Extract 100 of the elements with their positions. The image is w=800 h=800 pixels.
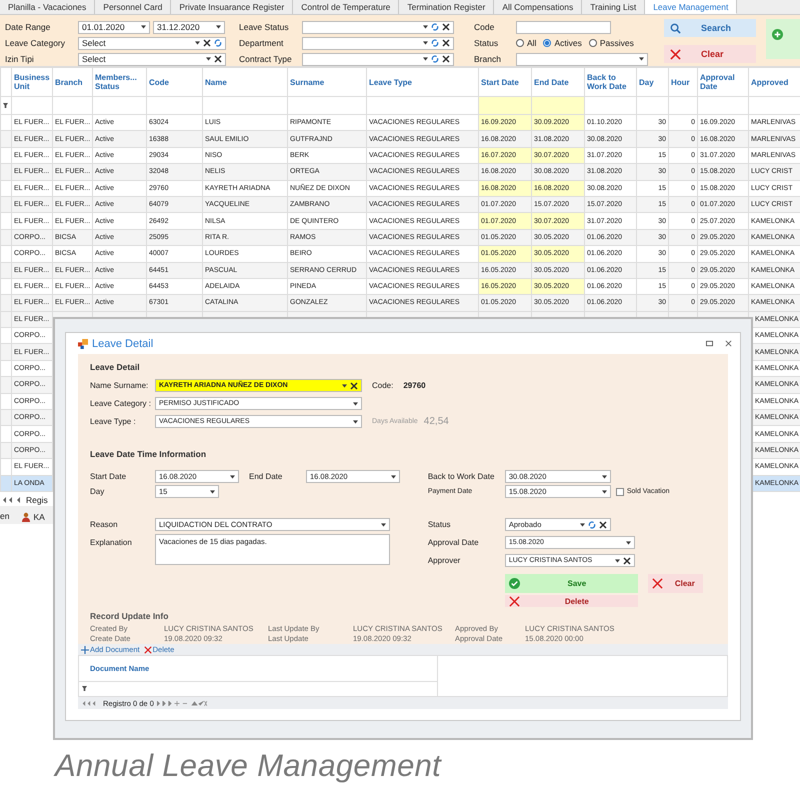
plus-icon — [772, 29, 783, 40]
close-icon[interactable] — [442, 39, 450, 47]
caret-icon — [423, 25, 428, 29]
column-header[interactable]: Back to Work Date — [584, 68, 636, 96]
tab[interactable]: All Compensations — [494, 0, 582, 14]
days-available-value: 42,54 — [424, 416, 449, 427]
tab[interactable]: Termination Register — [399, 0, 494, 14]
field-label: Date Range — [5, 22, 52, 32]
refresh-icon[interactable] — [214, 39, 222, 47]
caret-icon — [580, 522, 585, 526]
column-header[interactable]: Start Date — [478, 68, 532, 96]
tab[interactable]: Planilla - Vacaciones — [0, 0, 96, 14]
close-icon[interactable] — [622, 556, 631, 564]
filter-icon[interactable] — [82, 686, 87, 691]
date-field[interactable]: 01.01.2020 — [78, 20, 150, 34]
caret-icon — [342, 384, 347, 388]
caret-icon — [195, 41, 200, 45]
column-header[interactable]: Branch — [52, 68, 92, 96]
field-label: Approver — [428, 556, 462, 565]
taskbar-item[interactable]: KA — [21, 510, 45, 524]
save-button[interactable]: Save — [504, 574, 638, 593]
code-value: 29760 — [403, 381, 426, 390]
radio-option[interactable]: Actives — [543, 38, 582, 48]
search-icon — [670, 22, 681, 34]
dropdown-field[interactable] — [302, 52, 454, 66]
column-header[interactable]: Code — [146, 68, 202, 96]
dropdown-field[interactable] — [302, 20, 454, 34]
field-label: Izin Tipi — [5, 54, 35, 64]
tab[interactable]: Private Insuarance Register — [171, 0, 294, 14]
delete-button[interactable]: Delete — [504, 595, 638, 607]
caret-icon — [602, 474, 607, 478]
clear-button[interactable]: Clear — [648, 574, 703, 593]
close-icon[interactable] — [203, 39, 211, 47]
code-field[interactable] — [516, 20, 611, 34]
dropdown-field[interactable]: Select — [78, 36, 226, 50]
caret-icon — [216, 25, 221, 29]
tab[interactable]: Control de Temperature — [293, 0, 400, 14]
close-icon[interactable] — [725, 340, 732, 347]
column-header[interactable]: Approved — [748, 68, 800, 96]
field-label: Leave Category — [5, 38, 66, 48]
field-label: Start Date — [90, 472, 128, 481]
refresh-icon[interactable] — [431, 39, 439, 47]
caret-icon — [626, 540, 631, 544]
field-label: Back to Work Date — [428, 472, 496, 481]
column-header[interactable]: End Date — [532, 68, 584, 96]
caret-icon — [141, 25, 146, 29]
column-header[interactable]: Day — [636, 68, 668, 96]
dropdown-field[interactable] — [516, 52, 648, 66]
field-label: Department — [239, 38, 284, 48]
radio-icon[interactable] — [516, 39, 524, 47]
navigation-arrows-icon[interactable] — [3, 496, 23, 503]
radio-icon[interactable] — [588, 39, 597, 47]
column-header[interactable]: Surname — [288, 68, 366, 96]
radio-icon[interactable] — [543, 39, 552, 47]
close-icon[interactable] — [442, 23, 450, 31]
radio-option[interactable]: All — [516, 38, 536, 48]
refresh-icon[interactable] — [431, 55, 439, 63]
field-label: Explanation — [90, 538, 133, 547]
filter-icon[interactable] — [3, 103, 8, 108]
caption: Annual Leave Management — [55, 748, 442, 784]
tab[interactable]: Leave Management — [645, 0, 738, 14]
date-field[interactable]: 31.12.2020 — [153, 20, 225, 34]
caret-icon — [353, 420, 358, 424]
clear-button[interactable]: Clear — [664, 45, 756, 63]
column-header[interactable]: Members... Status — [92, 68, 146, 96]
field-label: Status — [428, 520, 452, 529]
check-icon — [508, 578, 520, 589]
dropdown-field[interactable]: Select — [78, 52, 226, 66]
field-label: Status — [474, 38, 500, 48]
navigation-arrows-icon[interactable] — [156, 700, 207, 706]
close-icon[interactable] — [442, 55, 450, 63]
caret-icon — [353, 402, 358, 406]
radio-option[interactable]: Passives — [588, 38, 634, 48]
field-label: Branch — [474, 54, 502, 64]
add-panel[interactable] — [766, 19, 800, 59]
close-icon[interactable] — [350, 382, 358, 390]
column-header[interactable]: Hour — [668, 68, 698, 96]
close-icon[interactable] — [214, 55, 222, 63]
checkbox[interactable] — [616, 488, 624, 496]
column-header[interactable]: Leave Type — [366, 68, 478, 96]
field-label: End Date — [249, 472, 284, 481]
column-header[interactable]: Name — [202, 68, 288, 96]
dropdown-field[interactable] — [302, 36, 454, 50]
caret-icon — [391, 474, 396, 478]
field-label: Leave Category : — [90, 399, 152, 408]
caret-icon — [230, 474, 235, 478]
taskbar-item[interactable]: en — [0, 510, 10, 524]
tab[interactable]: Personnel Card — [95, 0, 172, 14]
field-label: Reason — [90, 520, 119, 529]
app-icon — [78, 338, 88, 348]
caret-icon — [602, 490, 607, 494]
column-header[interactable]: Approval Date — [698, 68, 748, 96]
maximize-icon[interactable] — [706, 340, 713, 347]
refresh-icon[interactable] — [431, 23, 439, 31]
column-header[interactable]: Business Unit — [12, 68, 52, 96]
close-icon[interactable] — [598, 520, 607, 528]
field-label: Code — [474, 22, 496, 32]
refresh-icon[interactable] — [588, 520, 596, 528]
section-heading: Record Update Info — [90, 611, 170, 621]
search-button[interactable]: Search — [664, 19, 756, 37]
